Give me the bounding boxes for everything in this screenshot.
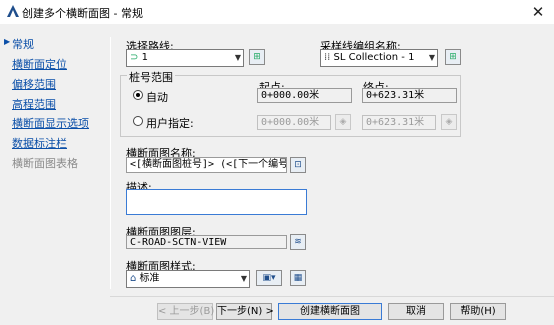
station-range-title: 桩号范围 xyxy=(127,69,175,85)
alignment-value: 1 xyxy=(141,52,148,63)
nav-item-general[interactable]: 常规 xyxy=(12,36,34,52)
style-icon: ⌂ xyxy=(130,273,137,284)
pick-alignment-icon[interactable]: ⊞ xyxy=(249,49,265,65)
chevron-down-icon: ▼ xyxy=(234,53,241,62)
user-end-station-field[interactable]: 0+623.31米 xyxy=(362,115,436,130)
user-start-station-field[interactable]: 0+000.00米 xyxy=(257,115,331,130)
nav-item-section-tables: 横断面图表格 xyxy=(12,157,78,170)
nav-item-station-location[interactable]: 横断面定位 xyxy=(12,56,67,72)
back-button[interactable]: < 上一步(B) xyxy=(157,303,214,320)
auto-radio-label: 自动 xyxy=(146,91,168,104)
alignment-select[interactable]: ⊃ 1 ▼ xyxy=(126,49,244,67)
nav-separator xyxy=(110,37,111,289)
view-style-value: 标准 xyxy=(139,273,160,284)
view-layer-field: C-ROAD-SCTN-VIEW xyxy=(126,235,287,249)
nav-item-display-options[interactable]: 横断面显示选项 xyxy=(12,115,89,131)
cancel-button[interactable]: 取消 xyxy=(388,303,444,320)
next-button[interactable]: 下一步(N) > xyxy=(216,303,274,320)
view-style-preview-icon[interactable]: ▦ xyxy=(290,270,306,286)
pick-start-station-icon[interactable]: ◈ xyxy=(335,114,351,130)
sample-line-icon: ⁞⁞ xyxy=(324,52,331,63)
view-style-select[interactable]: ⌂ 标准 ▼ xyxy=(126,270,250,288)
app-logo-icon xyxy=(6,4,20,18)
create-section-views-button[interactable]: 创建横断面图 xyxy=(278,303,382,320)
window-title: 创建多个横断面图 - 常规 xyxy=(22,7,143,20)
nav-item-elevation-range[interactable]: 高程范围 xyxy=(12,96,56,112)
close-icon[interactable]: ✕ xyxy=(528,3,548,21)
layer-icon[interactable]: ≋ xyxy=(290,234,306,250)
auto-radio[interactable] xyxy=(133,90,143,100)
nav-item-offset-range[interactable]: 偏移范围 xyxy=(12,76,56,92)
edit-name-template-icon[interactable]: ⊡ xyxy=(290,157,306,173)
user-specified-radio[interactable] xyxy=(133,116,143,126)
chevron-down-icon: ▼ xyxy=(240,274,247,283)
chevron-down-icon: ▼ xyxy=(428,53,435,62)
auto-start-station-field: 0+000.00米 xyxy=(257,88,352,103)
current-page-arrow-icon: ▶ xyxy=(4,37,11,46)
help-button[interactable]: 帮助(H) xyxy=(450,303,506,320)
pick-end-station-icon[interactable]: ◈ xyxy=(441,114,457,130)
button-separator xyxy=(110,296,554,297)
auto-end-station-field: 0+623.31米 xyxy=(362,88,457,103)
sample-line-group-value: SL Collection - 1 xyxy=(333,52,415,63)
sample-line-group-select[interactable]: ⁞⁞ SL Collection - 1 ▼ xyxy=(320,49,438,67)
nav-item-data-bands[interactable]: 数据标注栏 xyxy=(12,135,67,151)
pick-sample-line-group-icon[interactable]: ⊞ xyxy=(445,49,461,65)
description-textarea[interactable] xyxy=(126,189,307,215)
view-name-field[interactable]: <[横断面图桩号]> (<[下一个编号(CP)]>) xyxy=(126,157,287,173)
edit-style-dropdown-icon[interactable]: ▣▾ xyxy=(256,270,282,286)
alignment-icon: ⊃ xyxy=(130,52,139,63)
user-specified-radio-label: 用户指定: xyxy=(146,117,194,130)
